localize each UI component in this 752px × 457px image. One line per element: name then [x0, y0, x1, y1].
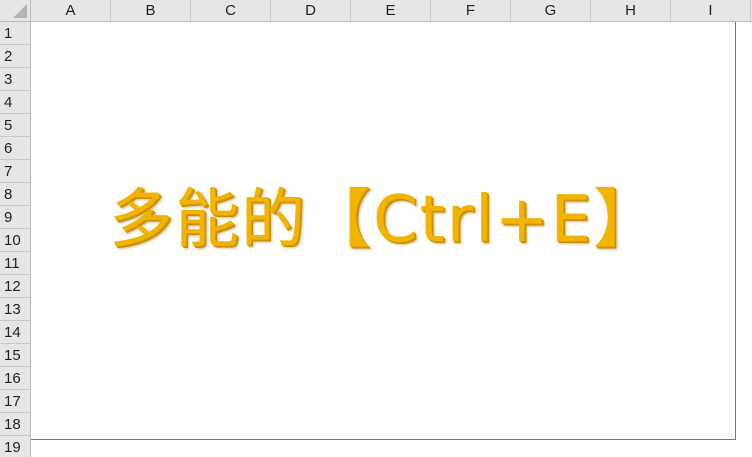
- row-header-16[interactable]: 16: [0, 367, 30, 390]
- column-header-e[interactable]: E: [351, 0, 431, 21]
- row-header-17[interactable]: 17: [0, 390, 30, 413]
- row-header-8[interactable]: 8: [0, 183, 30, 206]
- row-header-6[interactable]: 6: [0, 137, 30, 160]
- row-header-13[interactable]: 13: [0, 298, 30, 321]
- column-headers: A B C D E F G H I: [31, 0, 752, 22]
- select-all-corner[interactable]: [0, 0, 31, 22]
- column-header-i[interactable]: I: [671, 0, 751, 21]
- row-header-4[interactable]: 4: [0, 91, 30, 114]
- worksheet-grid[interactable]: 多能的【Ctrl+E】: [31, 22, 736, 440]
- row-header-14[interactable]: 14: [0, 321, 30, 344]
- row-header-3[interactable]: 3: [0, 68, 30, 91]
- row-header-7[interactable]: 7: [0, 160, 30, 183]
- column-header-a[interactable]: A: [31, 0, 111, 21]
- column-header-f[interactable]: F: [431, 0, 511, 21]
- select-all-triangle-icon: [13, 4, 27, 18]
- row-header-1[interactable]: 1: [0, 22, 30, 45]
- row-headers: 1 2 3 4 5 6 7 8 9 10 11 12 13 14 15 16 1…: [0, 22, 31, 457]
- row-header-2[interactable]: 2: [0, 45, 30, 68]
- row-header-11[interactable]: 11: [0, 252, 30, 275]
- column-header-c[interactable]: C: [191, 0, 271, 21]
- row-header-15[interactable]: 15: [0, 344, 30, 367]
- column-header-d[interactable]: D: [271, 0, 351, 21]
- column-header-g[interactable]: G: [511, 0, 591, 21]
- row-header-19[interactable]: 19: [0, 436, 30, 457]
- row-header-9[interactable]: 9: [0, 206, 30, 229]
- row-header-18[interactable]: 18: [0, 413, 30, 436]
- wordart-title[interactable]: 多能的【Ctrl+E】: [109, 180, 659, 260]
- row-header-5[interactable]: 5: [0, 114, 30, 137]
- row-header-10[interactable]: 10: [0, 229, 30, 252]
- column-header-h[interactable]: H: [591, 0, 671, 21]
- row-header-12[interactable]: 12: [0, 275, 30, 298]
- column-header-b[interactable]: B: [111, 0, 191, 21]
- spreadsheet-window: A B C D E F G H I 1 2 3 4 5 6 7 8 9 10 1…: [0, 0, 752, 457]
